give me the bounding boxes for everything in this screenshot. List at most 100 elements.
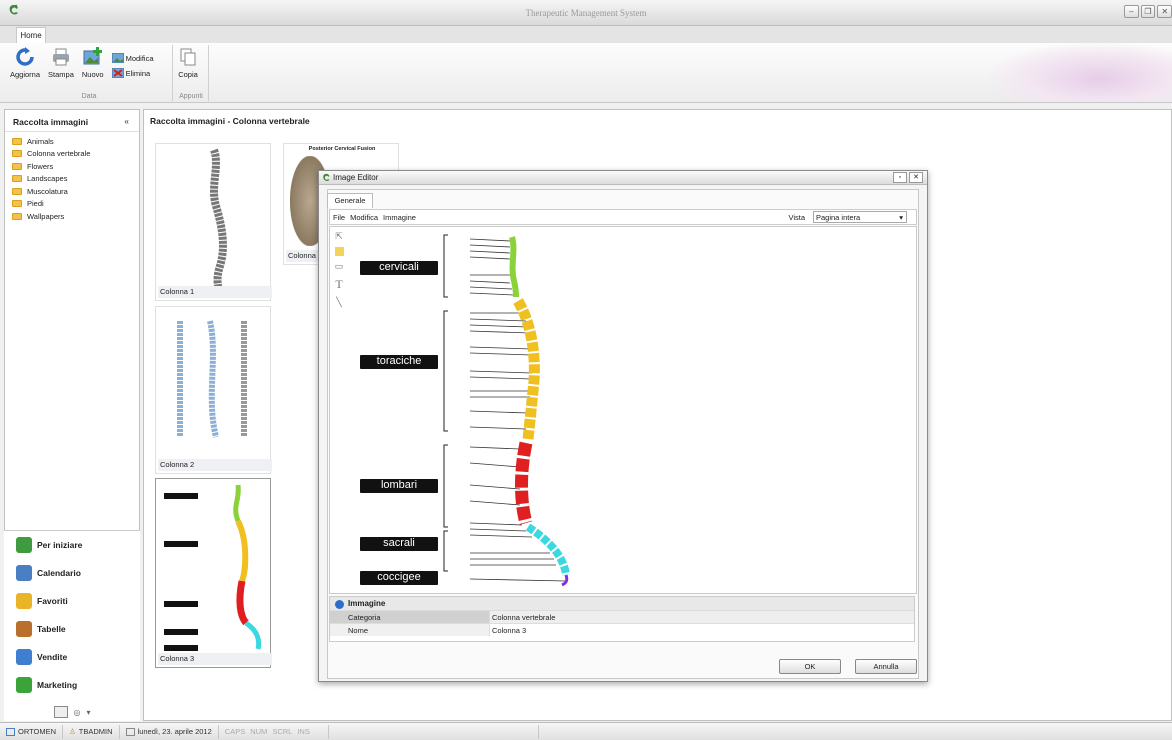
briefcase-icon <box>16 621 32 637</box>
thumbnail-colonna-1[interactable]: Colonna 1 <box>155 143 272 301</box>
nav-item-favoriti[interactable]: Favoriti <box>4 587 140 615</box>
delete-button[interactable]: Elimina <box>111 68 154 78</box>
new-image-icon <box>83 47 102 65</box>
thumbnail-colonna-3[interactable]: Colonna 3 <box>155 478 272 668</box>
ribbon-group-data: Aggiorna Stampa Nuovo Modifica Elimina <box>10 47 154 79</box>
property-row[interactable]: Categoria Colonna vertebrale <box>330 610 914 623</box>
pointer-tool-icon[interactable]: ⇱ <box>335 231 343 242</box>
dialog-title-bar: Image Editor ▫ ✕ <box>319 171 927 185</box>
property-key: Categoria <box>330 611 490 623</box>
nav-pane-view-icon[interactable] <box>53 706 68 718</box>
region-label-coccigee: coccigee <box>360 571 438 585</box>
dialog-window-controls: ▫ ✕ <box>893 172 923 183</box>
property-row[interactable]: Nome Colonna 3 <box>330 623 914 636</box>
folder-icon <box>12 212 22 220</box>
nav-item-marketing[interactable]: Marketing <box>4 671 140 699</box>
ribbon-group-label-data: Data <box>81 93 97 100</box>
folder-tree: Animals Colonna vertebrale Flowers Lands… <box>5 132 139 223</box>
thumbnail-caption: Colonna 2 <box>158 459 272 471</box>
view-label: Vista <box>788 212 805 222</box>
refresh-icon <box>16 47 34 66</box>
menu-modifica[interactable]: Modifica <box>350 213 378 222</box>
window-controls: – ❐ ✕ <box>1124 5 1172 19</box>
thumbnail-title: Posterior Cervical Fusion <box>308 146 376 152</box>
status-date: lunedì, 23. aprile 2012 <box>120 724 219 739</box>
thumbnail-caption: Colonna 1 <box>158 286 272 298</box>
info-icon <box>335 600 344 609</box>
dialog-title: Image Editor <box>333 173 379 182</box>
close-button[interactable]: ✕ <box>1157 5 1172 18</box>
star-icon <box>16 593 32 609</box>
nav-pane-options-icon[interactable]: ◎ <box>74 708 81 717</box>
ribbon-separator <box>208 45 209 101</box>
line-tool-icon[interactable]: ╲ <box>336 297 341 308</box>
folder-item-landscapes[interactable]: Landscapes <box>12 173 139 186</box>
status-keys: CAPS NUM SCRL INS <box>219 724 329 739</box>
tab-generale[interactable]: Generale <box>327 193 373 208</box>
grid-icon <box>6 727 15 736</box>
ribbon-separator <box>172 45 173 101</box>
delete-image-icon <box>111 68 124 78</box>
folder-icon <box>12 175 22 183</box>
fill-tool-icon[interactable] <box>334 247 344 256</box>
copy-icon <box>180 48 196 66</box>
ok-button[interactable]: OK <box>779 659 841 674</box>
view-selector: Vista Pagina intera <box>788 211 912 223</box>
tab-home[interactable]: Home <box>16 27 46 44</box>
cancel-button[interactable]: Annulla <box>855 659 917 674</box>
folder-item-wallpapers[interactable]: Wallpapers <box>12 210 139 223</box>
image-tool-icon[interactable]: ▭ <box>335 261 344 272</box>
folder-item-piedi[interactable]: Piedi <box>12 198 139 211</box>
thumbnail-colonna-2[interactable]: Colonna 2 <box>155 306 272 474</box>
folder-item-animals[interactable]: Animals <box>12 135 139 148</box>
region-label-cervicali: cervicali <box>360 261 438 275</box>
nav-item-per-iniziare[interactable]: Per iniziare <box>4 531 140 559</box>
property-value[interactable]: Colonna 3 <box>490 624 914 636</box>
view-select[interactable]: Pagina intera <box>813 211 907 223</box>
editor-toolbox: ⇱ ▭ T ╲ <box>332 231 346 308</box>
folder-item-flowers[interactable]: Flowers <box>12 160 139 173</box>
print-button[interactable]: Stampa <box>48 47 74 79</box>
dialog-close-button[interactable]: ✕ <box>909 172 923 183</box>
properties-section-header: Immagine <box>330 597 914 610</box>
refresh-button[interactable]: Aggiorna <box>10 47 40 79</box>
chevron-down-icon[interactable]: ▾ <box>86 708 90 717</box>
dialog-maximize-button[interactable]: ▫ <box>893 172 907 183</box>
nav-item-tabelle[interactable]: Tabelle <box>4 615 140 643</box>
sidebar-header: Raccolta immagini « <box>5 110 139 132</box>
ribbon-decoration <box>990 43 1172 102</box>
region-label-lombari: lombari <box>360 479 438 493</box>
edit-button[interactable]: Modifica <box>111 53 154 63</box>
window-title: Therapeutic Management System <box>525 8 647 18</box>
calendar-icon <box>16 565 32 581</box>
region-label-toraciche: toraciche <box>360 355 438 369</box>
user-icon: ♙ <box>69 727 76 736</box>
text-tool-icon[interactable]: T <box>335 277 342 292</box>
folder-icon <box>12 187 22 195</box>
region-label-sacrali: sacrali <box>360 537 438 551</box>
image-canvas[interactable]: ⇱ ▭ T ╲ cervicali toraciche lombari sacr… <box>329 226 917 594</box>
nav-item-vendite[interactable]: Vendite <box>4 643 140 671</box>
app-logo-icon <box>323 173 330 181</box>
status-user-group: ORTOMEN <box>0 724 64 739</box>
folder-icon <box>12 137 22 145</box>
nav-item-calendario[interactable]: Calendario <box>4 559 140 587</box>
copy-button[interactable]: Copia <box>178 47 198 79</box>
spine-chart-image <box>164 484 262 651</box>
property-value[interactable]: Colonna vertebrale <box>490 611 914 623</box>
folder-item-colonna-vertebrale[interactable]: Colonna vertebrale <box>12 148 139 161</box>
thumbnail-caption: Colonna 3 <box>158 653 272 665</box>
collapse-sidebar-button[interactable]: « <box>124 116 129 126</box>
folder-icon <box>12 162 22 170</box>
title-bar: Therapeutic Management System – ❐ ✕ <box>0 0 1172 26</box>
menu-file[interactable]: File <box>333 213 345 222</box>
spine-image <box>177 320 247 438</box>
maximize-button[interactable]: ❐ <box>1140 5 1156 18</box>
minimize-button[interactable]: – <box>1124 5 1139 18</box>
marketing-icon <box>16 677 32 693</box>
status-user: ♙ TBADMIN <box>63 724 120 739</box>
new-button[interactable]: Nuovo <box>82 47 104 79</box>
folder-item-muscolatura[interactable]: Muscolatura <box>12 185 139 198</box>
ribbon-group-label-clipboard: Appunti <box>179 93 203 100</box>
menu-immagine[interactable]: Immagine <box>383 213 416 222</box>
